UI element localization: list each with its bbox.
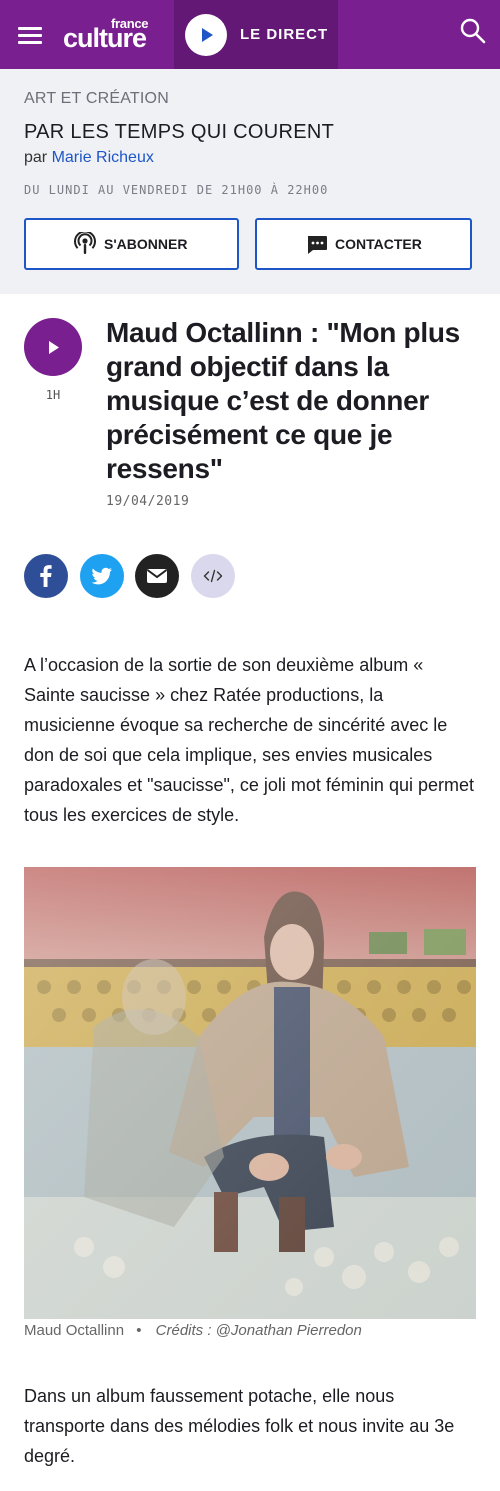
- live-label: LE DIRECT: [240, 26, 329, 43]
- logo-big-text: culture: [63, 23, 147, 53]
- podcast-icon: [74, 232, 96, 254]
- show-category[interactable]: ART ET CRÉATION: [24, 90, 169, 108]
- episode-duration: 1H: [45, 388, 61, 402]
- top-bar: france culture LE DIRECT: [0, 0, 500, 69]
- live-button[interactable]: LE DIRECT: [174, 0, 338, 69]
- facebook-icon: [40, 565, 52, 587]
- subscribe-button[interactable]: S'ABONNER: [24, 218, 239, 270]
- contact-label: CONTACTER: [335, 236, 422, 252]
- episode-date: 19/04/2019: [106, 494, 190, 509]
- embed-share-button[interactable]: [191, 554, 235, 598]
- article-intro: A l’occasion de la sortie de son deuxièm…: [24, 655, 474, 825]
- author-prefix: par: [24, 149, 48, 166]
- embed-icon: [203, 569, 223, 583]
- show-schedule: DU LUNDI AU VENDREDI DE 21H00 À 22H00: [24, 183, 329, 197]
- facebook-share-button[interactable]: [24, 554, 68, 598]
- twitter-share-button[interactable]: [80, 554, 124, 598]
- contact-button[interactable]: CONTACTER: [255, 218, 472, 270]
- mail-icon: [146, 569, 168, 583]
- show-header: ART ET CRÉATION PAR LES TEMPS QUI COUREN…: [0, 69, 500, 294]
- photo-credits: Crédits : @Jonathan Pierredon: [155, 1322, 362, 1339]
- search-icon[interactable]: [459, 17, 487, 45]
- subscribe-label: S'ABONNER: [104, 236, 188, 252]
- live-play-button[interactable]: [185, 14, 227, 56]
- play-icon: [49, 341, 59, 354]
- caption-separator: •: [136, 1322, 142, 1339]
- episode-play-button[interactable]: [24, 318, 82, 376]
- photo-caption: Maud Octallinn • Crédits : @Jonathan Pie…: [24, 1322, 362, 1339]
- play-icon: [202, 28, 213, 42]
- photo-maud-octallinn: [24, 867, 476, 1319]
- caption-name: Maud Octallinn: [24, 1322, 125, 1339]
- author-link[interactable]: Marie Richeux: [52, 149, 154, 166]
- show-title[interactable]: PAR LES TEMPS QUI COURENT: [24, 121, 334, 144]
- article-paragraph: Dans un album faussement potache, elle n…: [24, 1386, 455, 1466]
- chat-icon: [307, 236, 327, 254]
- article-photo: [24, 867, 476, 1319]
- twitter-icon: [91, 567, 112, 585]
- episode-title: Maud Octallinn : "Mon plus grand objecti…: [106, 317, 460, 484]
- mail-share-button[interactable]: [135, 554, 179, 598]
- menu-icon[interactable]: [18, 25, 42, 45]
- show-author-line: par Marie Richeux: [24, 149, 154, 167]
